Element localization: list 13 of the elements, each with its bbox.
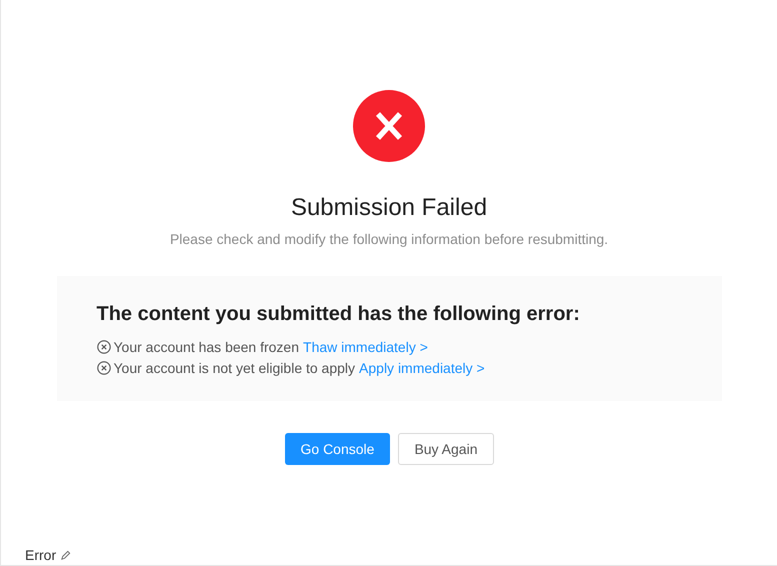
error-heading: The content you submitted has the following error:: [96, 302, 581, 327]
error-link[interactable]: Thaw immediately >: [303, 338, 428, 356]
error-link[interactable]: Apply immediately >: [359, 359, 485, 377]
error-icon: [96, 361, 110, 375]
footer-label: Error: [25, 546, 56, 564]
error-message: Your account has been frozen: [114, 338, 300, 356]
result-title: Submission Failed: [290, 193, 488, 223]
error-icon: [96, 340, 110, 354]
buy-again-button[interactable]: Buy Again: [398, 433, 494, 465]
pencil-icon[interactable]: [60, 550, 72, 560]
error-message: Your account is not yet eligible to apply: [114, 359, 356, 377]
result-subtitle: Please check and modify the following information before resubmitting.: [170, 230, 608, 249]
go-console-button[interactable]: Go Console: [284, 433, 390, 465]
